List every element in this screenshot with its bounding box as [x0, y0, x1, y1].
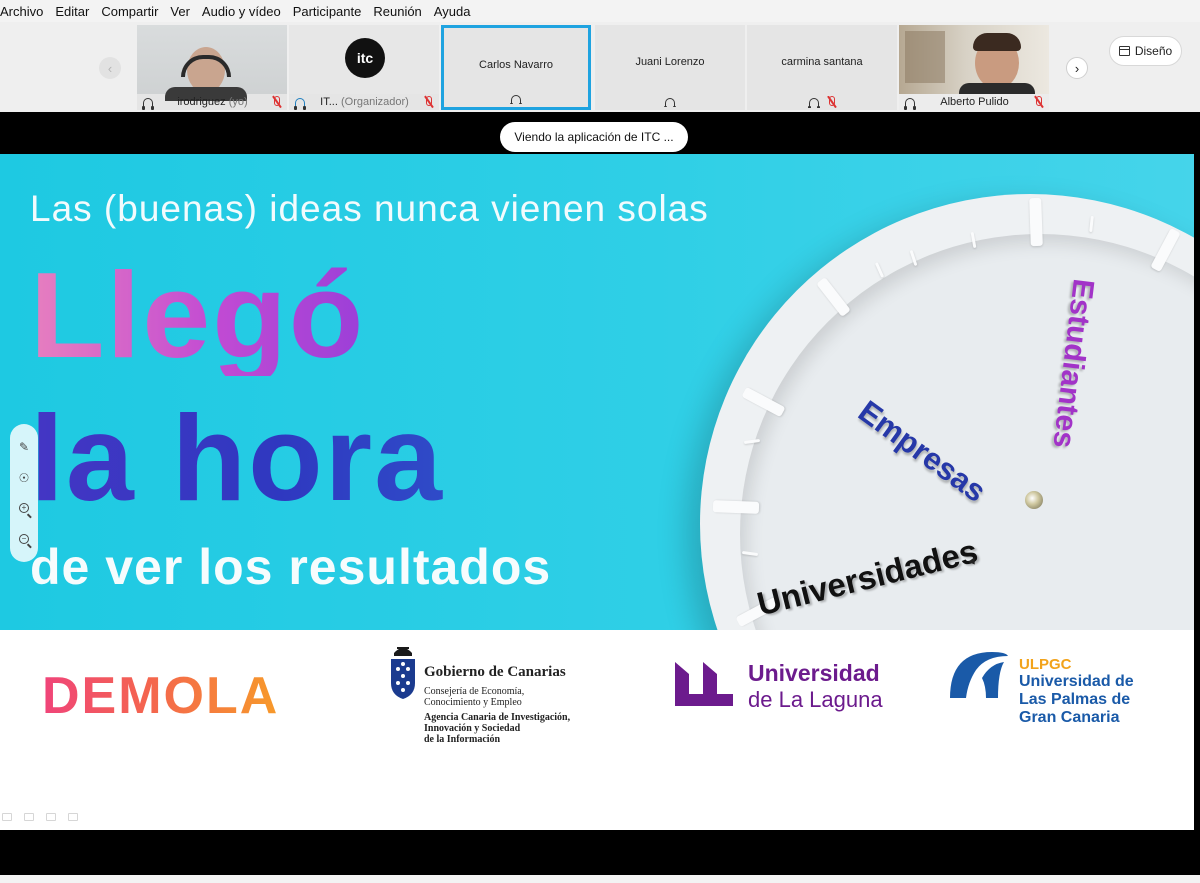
participant-bar: Alberto Pulido [899, 94, 1049, 110]
ull-logo-icon [675, 662, 733, 706]
gobierno-line: Agencia Canaria de Investigación, [424, 712, 571, 723]
headset-icon [510, 94, 522, 104]
participant-tile-irodriguez[interactable]: irodriguez (yo) [137, 25, 287, 110]
sharing-status-text: Viendo la aplicación de ITC ... [514, 130, 674, 144]
headset-icon [294, 97, 306, 110]
zoom-out-button[interactable]: − [16, 531, 32, 547]
ull-name-line2: de La Laguna [748, 687, 883, 712]
mic-muted-icon [272, 96, 281, 108]
slide-kicker: Las (buenas) ideas nunca vienen solas [30, 188, 709, 229]
slide-headline-line1: Llegó [30, 247, 366, 383]
ulpgc-name-line: Universidad de [1019, 673, 1134, 690]
chevron-right-icon: › [1074, 60, 1080, 76]
clock-tick [712, 500, 760, 514]
participant-tile-alberto-pulido[interactable]: Alberto Pulido [899, 25, 1049, 110]
menu-bar: Archivo Editar Compartir Ver Audio y víd… [0, 0, 1200, 22]
clock-center-pin [1025, 491, 1043, 509]
zoom-out-icon: − [19, 533, 29, 544]
participant-tile-juani-lorenzo[interactable]: Juani Lorenzo [595, 25, 745, 110]
participant-name: Alberto Pulido [940, 96, 1009, 108]
ull-name-line1: Universidad [748, 660, 880, 686]
headset-icon [142, 97, 154, 110]
participant-bar [444, 91, 588, 107]
partner-logos: DEMOLA Gobierno de Canarias Consejería d… [0, 630, 1194, 830]
previous-participants-button[interactable]: ‹ [99, 57, 121, 79]
forward-icon[interactable] [68, 813, 78, 821]
participant-bar: IT... (Organizador) [289, 94, 439, 110]
menu-archivo[interactable]: Archivo [0, 4, 49, 19]
headset-icon [904, 97, 916, 110]
ulpgc-name-line: Gran Canaria [1019, 709, 1120, 726]
faded-slide-tools [0, 810, 90, 824]
layout-button[interactable]: Diseño [1109, 36, 1182, 66]
grid-icon[interactable] [46, 813, 56, 821]
layout-icon [1118, 46, 1130, 56]
participant-role: (Organizador) [340, 96, 409, 108]
participant-bar [595, 94, 745, 110]
menu-participante[interactable]: Participante [293, 4, 368, 19]
menu-reunion[interactable]: Reunión [373, 4, 427, 19]
menu-editar[interactable]: Editar [55, 4, 95, 19]
participant-bar [747, 94, 897, 110]
mic-muted-icon [827, 96, 836, 108]
ulpgc-name-line: Las Palmas de [1019, 691, 1131, 708]
clock-tick [1029, 197, 1043, 247]
participant-tile-carlos-navarro[interactable]: Carlos Navarro [441, 25, 591, 110]
next-participants-button[interactable]: › [1066, 57, 1088, 79]
participant-name: IT... [320, 96, 338, 108]
slide-subtitle: de ver los resultados [30, 539, 552, 595]
zoom-in-icon: + [19, 503, 29, 514]
participant-name: irodriguez [177, 96, 226, 108]
shared-slide: Las (buenas) ideas nunca vienen solas Ll… [0, 154, 1194, 630]
participant-video [899, 25, 1049, 95]
pen-icon[interactable]: ✎ [16, 439, 32, 455]
ulpgc-acronym: ULPGC [1019, 656, 1072, 673]
participant-tile-itc[interactable]: itc IT... (Organizador) [289, 25, 439, 110]
menu-compartir[interactable]: Compartir [101, 4, 164, 19]
participant-bar: irodriguez (yo) [137, 94, 287, 110]
pointer-icon[interactable]: ☉ [16, 470, 32, 486]
layout-button-label: Diseño [1134, 44, 1173, 58]
mic-muted-icon [424, 96, 433, 108]
menu-ayuda[interactable]: Ayuda [434, 4, 477, 19]
edit-icon[interactable] [24, 813, 34, 821]
mic-muted-icon [1034, 96, 1043, 108]
zoom-in-button[interactable]: + [16, 500, 32, 516]
participant-strip: ‹ irodriguez (yo) itc IT... (Organizador… [0, 22, 1200, 112]
share-frame-edge [1194, 154, 1200, 830]
participant-role: (yo) [228, 96, 248, 108]
ulpgc-logo-icon [950, 652, 1008, 698]
chevron-left-icon: ‹ [107, 60, 113, 76]
meeting-window: { "menu": ["Archivo", "Editar", "Compart… [0, 0, 1200, 883]
participant-avatar-area: itc [289, 25, 439, 94]
participant-name: carmina santana [781, 56, 863, 68]
gobierno-line: Consejería de Economía, [424, 686, 525, 697]
itc-logo: itc [345, 38, 385, 78]
annotation-toolbar: ✎ ☉ + − [10, 424, 38, 562]
gobierno-title: Gobierno de Canarias [424, 664, 566, 680]
gobierno-line: Conocimiento y Empleo [424, 697, 522, 708]
menu-audio-video[interactable]: Audio y vídeo [202, 4, 287, 19]
gobierno-line: de la Información [424, 734, 501, 745]
participant-tile-carmina-santana[interactable]: carmina santana [747, 25, 897, 110]
slide-headline-line2: la hora [30, 390, 445, 526]
menu-ver[interactable]: Ver [170, 4, 196, 19]
gobierno-crest-icon [391, 647, 415, 699]
gobierno-line: Innovación y Sociedad [424, 723, 521, 734]
bottom-edge-bar [0, 875, 1200, 883]
headset-icon [807, 97, 820, 108]
headset-icon [664, 97, 676, 107]
sharing-status-pill[interactable]: Viendo la aplicación de ITC ... [500, 122, 688, 152]
participant-name: Juani Lorenzo [635, 56, 705, 68]
back-icon[interactable] [2, 813, 12, 821]
participant-video [137, 25, 287, 101]
participant-name: Carlos Navarro [479, 59, 553, 71]
demola-logo: DEMOLA [42, 667, 280, 725]
